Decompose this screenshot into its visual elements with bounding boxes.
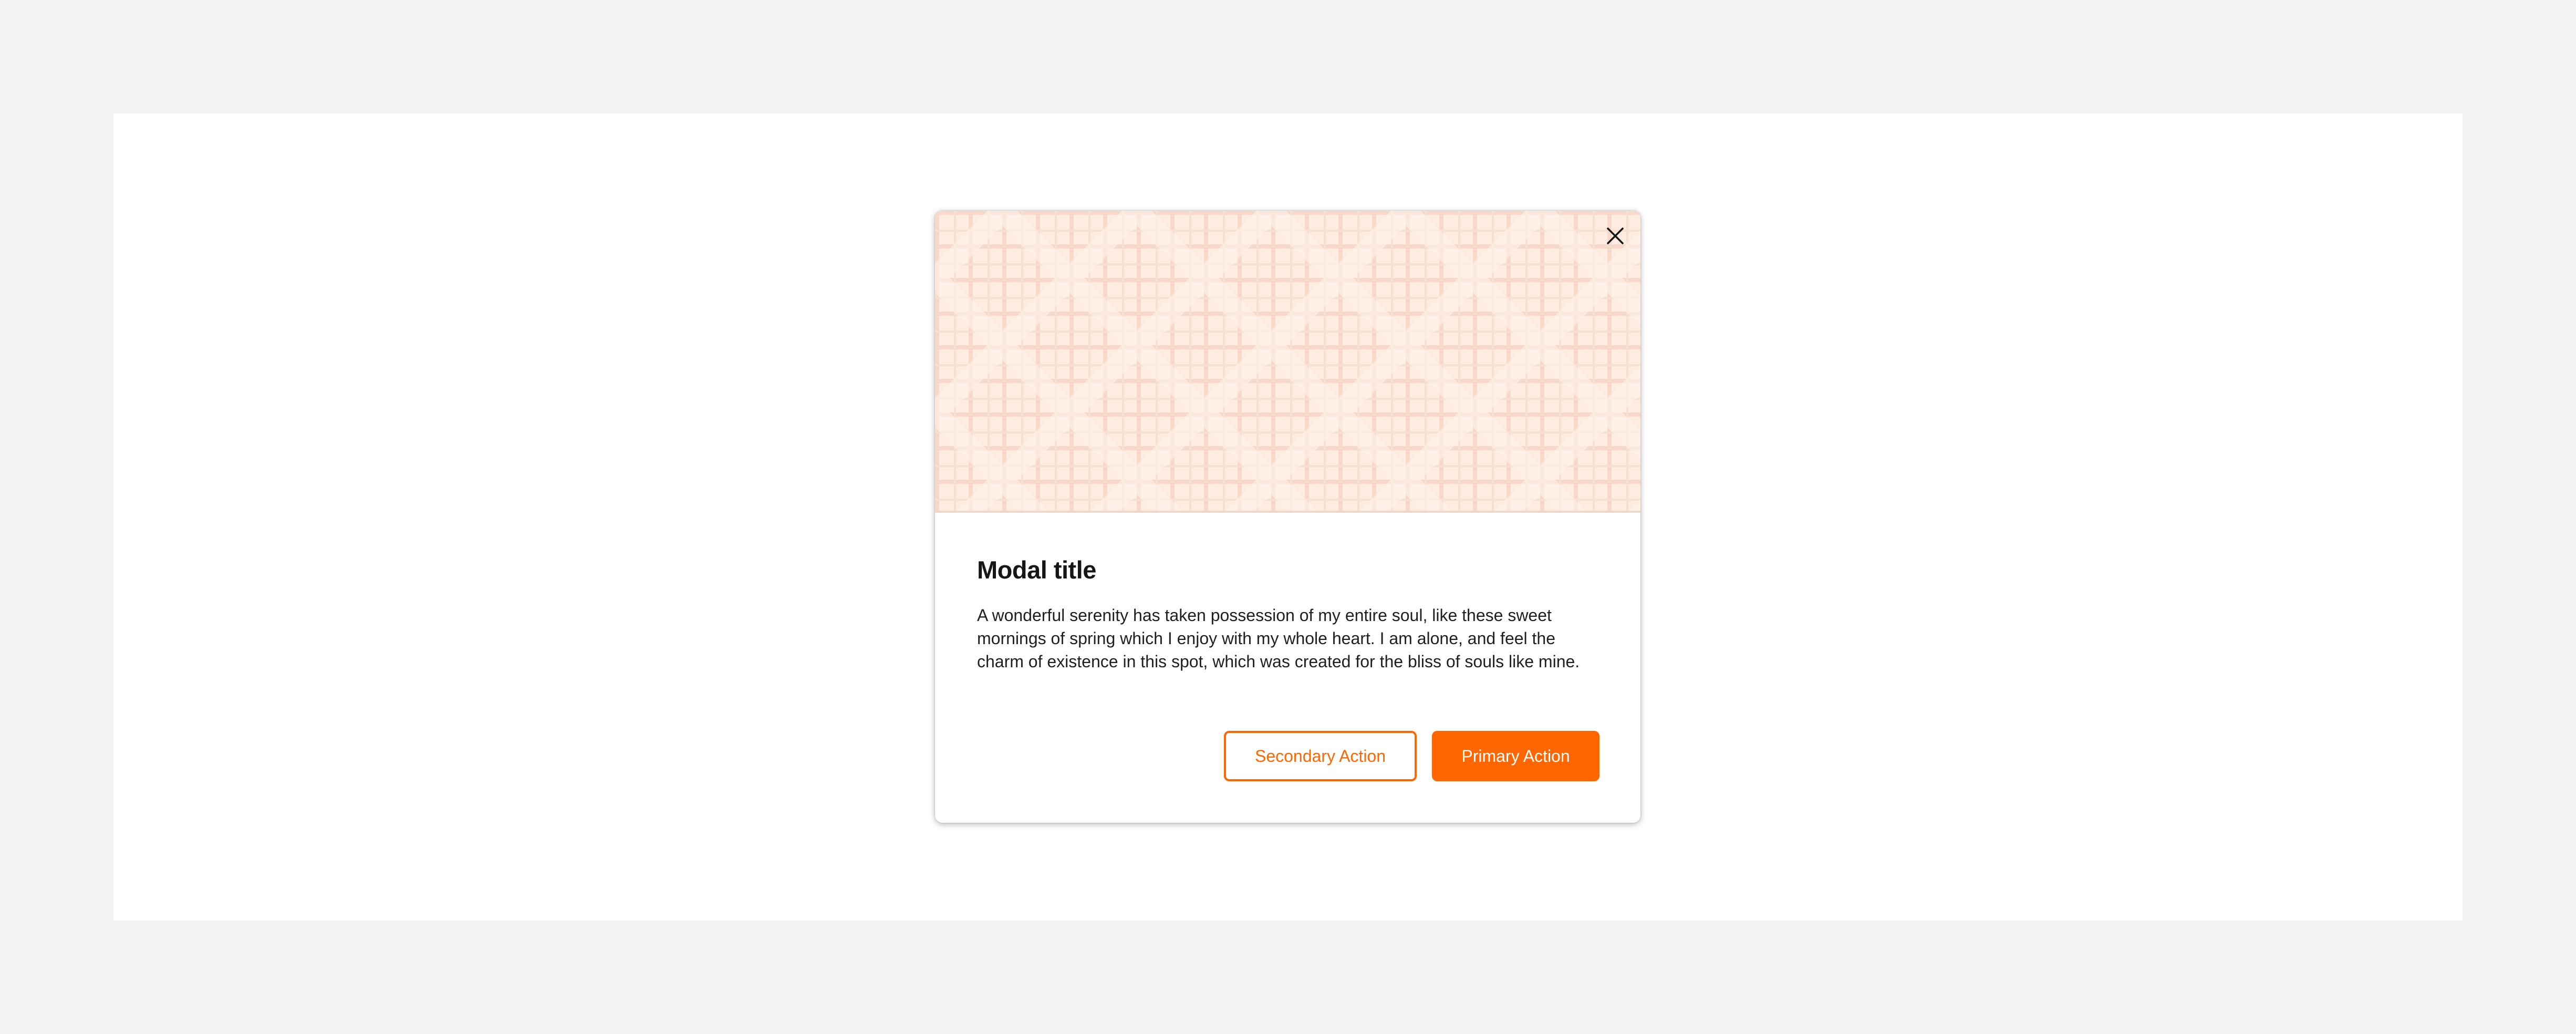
secondary-action-button[interactable]: Secondary Action (1224, 731, 1417, 781)
modal-body-text: A wonderful serenity has taken possessio… (977, 606, 1580, 671)
modal-title: Modal title (977, 556, 1096, 584)
modal-content: Modal title A wonderful serenity has tak… (935, 0, 1640, 1034)
primary-action-button[interactable]: Primary Action (1432, 731, 1599, 781)
